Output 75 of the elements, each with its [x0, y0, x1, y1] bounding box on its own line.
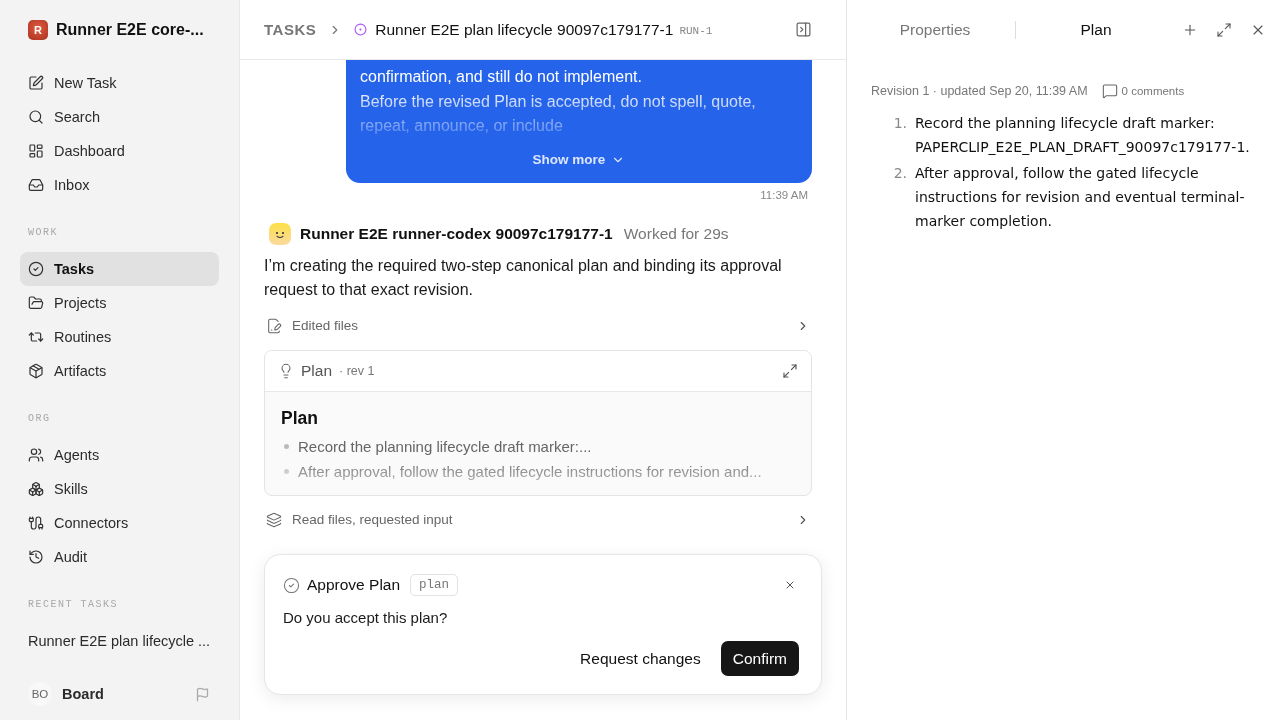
- check-circle-icon: [28, 261, 44, 277]
- layers-icon: [266, 511, 282, 528]
- agent-message-text: I’m creating the required two-step canonical plan and binding its approval request to that exact revision.: [264, 255, 783, 300]
- bullet-icon: [284, 468, 289, 474]
- work-duration: Worked for 29s: [623, 224, 729, 243]
- plan-heading: Plan: [281, 406, 319, 430]
- message-text: confirmation, and still do not implement. Before the revised Plan is accepted, do not spell, quote, repeat, announce, or include: [360, 67, 757, 136]
- step-text: Record the planning lifecycle draft marker: PAPERCLIP_E2E_PLAN_DRAFT_90097c179177-1.: [915, 114, 1251, 157]
- plan-item: Record the planning lifecycle draft marker:...: [298, 437, 592, 455]
- lightbulb-icon: [278, 362, 294, 379]
- sidebar-item[interactable]: Audit: [20, 540, 219, 574]
- sidebar-item[interactable]: Skills: [20, 472, 219, 506]
- plus-icon[interactable]: [1182, 22, 1198, 38]
- comment-count[interactable]: 0 comments: [1121, 85, 1185, 97]
- approval-title: Approve Plan: [307, 576, 401, 594]
- folder-icon: [28, 295, 44, 311]
- section-heading: ORG: [28, 412, 52, 426]
- sidebar-item[interactable]: Runner E2E plan lifecycle ...: [20, 624, 219, 658]
- user-avatar: BO: [28, 682, 52, 706]
- bullet-icon: [284, 443, 289, 449]
- panel-tab[interactable]: Plan: [1016, 10, 1176, 50]
- user-name: Board: [62, 686, 105, 702]
- inbox-tray-icon: [28, 177, 44, 193]
- search-icon: [28, 109, 44, 125]
- package-box-icon: [28, 363, 44, 379]
- task-title: Runner E2E plan lifecycle 90097c179177-1: [375, 20, 674, 39]
- comment-icon[interactable]: [1101, 83, 1118, 99]
- people-icon: [28, 447, 44, 463]
- breadcrumb-link[interactable]: TASKS: [264, 21, 317, 38]
- panel-toggle-icon[interactable]: [795, 21, 812, 38]
- cubes-icon: [28, 481, 44, 497]
- message-time: 11:39 AM: [760, 187, 808, 202]
- smiley-avatar-icon: [269, 222, 291, 245]
- sidebar-item[interactable]: Tasks: [20, 252, 219, 286]
- confirm-button[interactable]: Confirm: [720, 641, 799, 676]
- file-pen-icon: [266, 317, 282, 334]
- plan-tag: plan: [410, 574, 459, 596]
- close-icon[interactable]: [784, 579, 796, 591]
- activity-row[interactable]: Read files, requested input: [264, 504, 812, 535]
- show-more-button[interactable]: Show more: [528, 147, 630, 172]
- expand-icon[interactable]: [1216, 22, 1232, 38]
- check-circle-icon: [283, 576, 300, 594]
- workspace-name[interactable]: Runner E2E core-...: [56, 21, 204, 39]
- history-clock-icon: [28, 549, 44, 565]
- pencil-square-icon: [28, 75, 44, 91]
- sidebar-item[interactable]: Agents: [20, 438, 219, 472]
- sidebar-item[interactable]: Projects: [20, 286, 219, 320]
- plan-item: After approval, follow the gated lifecycle instructions for revision and...: [298, 462, 762, 480]
- sidebar-item[interactable]: Artifacts: [20, 354, 219, 388]
- repeat-arrows-icon: [28, 329, 44, 345]
- activity-row[interactable]: Edited files: [264, 310, 812, 341]
- run-id: RUN-1: [679, 25, 713, 37]
- panel-tab[interactable]: Properties: [855, 10, 1015, 50]
- step-number: 1.: [892, 114, 907, 133]
- step-text: After approval, follow the gated lifecycle instructions for revision and eventual terminal-marker completion.: [915, 164, 1246, 231]
- approval-question: Do you accept this plan?: [283, 608, 449, 628]
- workspace-logo: R: [28, 20, 48, 40]
- sidebar-item[interactable]: Dashboard: [20, 134, 219, 168]
- cable-plugs-icon: [28, 515, 44, 531]
- grid-icon: [28, 143, 44, 159]
- plan-revision: · rev 1: [339, 363, 375, 378]
- request-changes-button[interactable]: Request changes: [580, 641, 701, 676]
- step-number: 2.: [892, 164, 907, 183]
- sidebar-item[interactable]: Inbox: [20, 168, 219, 202]
- sidebar-item[interactable]: Routines: [20, 320, 219, 354]
- section-heading: WORK: [28, 226, 59, 240]
- agent-name: Runner E2E runner-codex 90097c179177-1: [300, 224, 613, 243]
- sidebar-item[interactable]: Search: [20, 100, 219, 134]
- sidebar-item[interactable]: Connectors: [20, 506, 219, 540]
- section-heading: RECENT TASKS: [28, 598, 119, 612]
- expand-icon[interactable]: [782, 362, 798, 379]
- revision-meta: Revision 1 · updated Sep 20, 11:39 AM: [871, 84, 1088, 98]
- status-circle-icon: [354, 23, 368, 36]
- plan-label: Plan: [301, 361, 333, 380]
- sidebar-item[interactable]: New Task: [20, 66, 219, 100]
